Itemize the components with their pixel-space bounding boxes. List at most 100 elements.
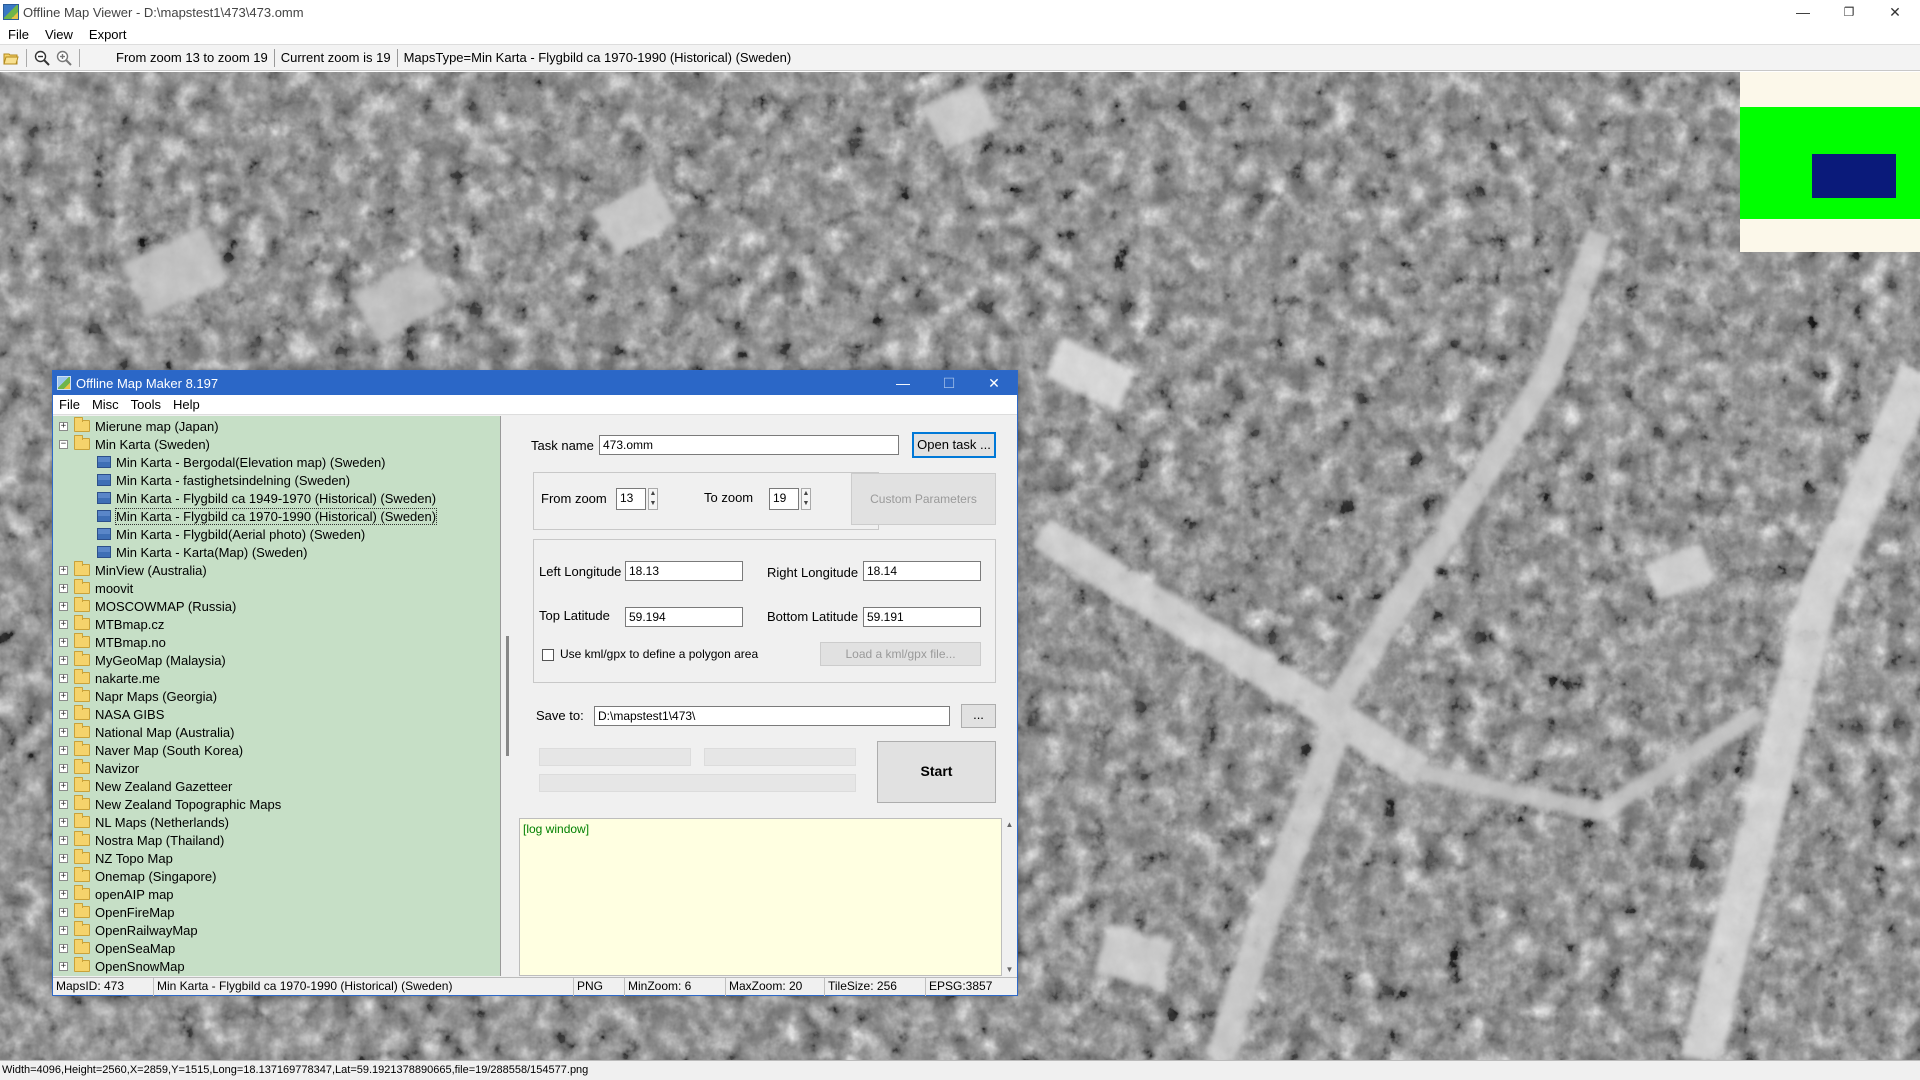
tree-folder-item[interactable]: − Min Karta (Sweden) [59,435,210,453]
to-zoom-spinner[interactable]: ▲ ▼ [801,488,811,510]
tree-folder-item[interactable]: + MinView (Australia) [59,561,207,579]
expand-icon[interactable]: + [59,691,68,701]
tree-map-item[interactable]: Min Karta - Karta(Map) (Sweden) [97,543,307,561]
tree-map-item[interactable]: Min Karta - Flygbild ca 1970-1990 (Histo… [97,507,438,525]
overview-viewport[interactable] [1812,154,1896,198]
expand-icon[interactable]: + [59,601,68,611]
expand-icon[interactable]: + [59,817,68,827]
expand-icon[interactable]: + [59,745,68,755]
expand-icon[interactable]: + [59,853,68,863]
tree-folder-item[interactable]: + National Map (Australia) [59,723,234,741]
tree-folder-item[interactable]: + New Zealand Topographic Maps [59,795,281,813]
tree-map-item[interactable]: Min Karta - Flygbild(Aerial photo) (Swed… [97,525,365,543]
log-window[interactable]: [log window] [519,818,1002,976]
tree-folder-item[interactable]: + OpenSnowMap [59,957,185,975]
overview-minimap[interactable] [1740,72,1920,252]
collapse-icon[interactable]: − [59,439,68,449]
expand-icon[interactable]: + [59,421,68,431]
tree-folder-item[interactable]: + New Zealand Gazetteer [59,777,232,795]
main-title-bar[interactable]: Offline Map Viewer - D:\mapstest1\473\47… [0,0,1920,24]
tree-folder-item[interactable]: + OpenSeaMap [59,939,175,957]
close-button[interactable]: ✕ [1872,0,1918,24]
log-scrollbar[interactable]: ▲ ▼ [1002,818,1017,976]
tree-folder-item[interactable]: + Nostra Map (Thailand) [59,831,224,849]
tree-folder-item[interactable]: + openAIP map [59,885,174,903]
bottom-latitude-input[interactable]: 59.191 [863,607,981,627]
tree-folder-item[interactable]: + OpenRailwayMap [59,921,198,939]
expand-icon[interactable]: + [59,565,68,575]
dialog-close-button[interactable]: ✕ [971,371,1017,395]
tree-folder-item[interactable]: + Naver Map (South Korea) [59,741,243,759]
tree-scrollbar-thumb[interactable] [506,636,509,756]
tree-folder-item[interactable]: + Mierune map (Japan) [59,417,219,435]
dialog-title-bar[interactable]: Offline Map Maker 8.197 — ☐ ✕ [53,371,1017,395]
scroll-up-icon[interactable]: ▲ [1002,820,1017,829]
tree-map-item[interactable]: Min Karta - Flygbild ca 1949-1970 (Histo… [97,489,436,507]
tree-folder-item[interactable]: + OpenFireMap [59,903,174,921]
tree-folder-item[interactable]: + NL Maps (Netherlands) [59,813,229,831]
expand-icon[interactable]: + [59,907,68,917]
map-source-tree[interactable]: + Mierune map (Japan) − Min Karta (Sweden) M… [53,416,501,976]
expand-icon[interactable]: + [59,961,68,971]
expand-icon[interactable]: + [59,943,68,953]
dialog-minimize-button[interactable]: — [880,371,926,395]
task-name-input[interactable]: 473.omm [599,435,899,455]
folder-open-icon[interactable] [0,48,22,68]
zoom-out-icon[interactable] [31,48,53,68]
expand-icon[interactable]: + [59,583,68,593]
expand-icon[interactable]: + [59,781,68,791]
tree-folder-item[interactable]: + moovit [59,579,133,597]
expand-icon[interactable]: + [59,889,68,899]
expand-icon[interactable]: + [59,799,68,809]
expand-icon[interactable]: + [59,835,68,845]
folder-icon [74,633,90,648]
scroll-down-icon[interactable]: ▼ [1002,965,1017,974]
start-button[interactable]: Start [877,741,996,803]
save-to-input[interactable]: D:\mapstest1\473\ [594,706,950,726]
tree-folder-item[interactable]: + Navizor [59,759,139,777]
tree-folder-item[interactable]: + MTBmap.cz [59,615,164,633]
expand-icon[interactable]: + [59,619,68,629]
browse-folder-button[interactable]: ... [961,704,996,728]
dialog-menu-misc[interactable]: Misc [86,397,125,412]
dialog-menu-help[interactable]: Help [167,397,206,412]
tree-folder-item[interactable]: + nakarte.me [59,669,160,687]
zoom-in-icon[interactable] [53,48,75,68]
dialog-menu-file[interactable]: File [53,397,86,412]
minimize-button[interactable]: — [1780,0,1826,24]
open-task-button[interactable]: Open task ... [912,432,996,458]
left-longitude-input[interactable]: 18.13 [625,561,743,581]
expand-icon[interactable]: + [59,709,68,719]
to-zoom-input[interactable]: 19 [769,488,799,510]
expand-icon[interactable]: + [59,637,68,647]
menu-export[interactable]: Export [81,27,135,42]
kml-polygon-checkbox[interactable] [542,649,554,661]
tree-scrollbar[interactable] [501,416,518,976]
top-latitude-input[interactable]: 59.194 [625,607,743,627]
from-zoom-input[interactable]: 13 [616,488,646,510]
tree-folder-item[interactable]: + Napr Maps (Georgia) [59,687,217,705]
tree-folder-item[interactable]: + Onemap (Singapore) [59,867,216,885]
from-zoom-spinner[interactable]: ▲ ▼ [648,488,658,510]
top-latitude-label: Top Latitude [539,608,610,623]
maximize-button[interactable]: ❐ [1826,0,1872,24]
tree-item-label: MOSCOWMAP (Russia) [95,598,237,614]
expand-icon[interactable]: + [59,871,68,881]
tree-folder-item[interactable]: + MOSCOWMAP (Russia) [59,597,236,615]
menu-file[interactable]: File [0,27,37,42]
expand-icon[interactable]: + [59,727,68,737]
tree-folder-item[interactable]: + MTBmap.no [59,633,166,651]
menu-view[interactable]: View [37,27,81,42]
tree-folder-item[interactable]: + NZ Topo Map [59,849,173,867]
expand-icon[interactable]: + [59,673,68,683]
tree-folder-item[interactable]: + MyGeoMap (Malaysia) [59,651,226,669]
expand-icon[interactable]: + [59,925,68,935]
tree-map-item[interactable]: Min Karta - fastighetsindelning (Sweden) [97,471,350,489]
dialog-menu-tools[interactable]: Tools [125,397,167,412]
tree-folder-item[interactable]: + NASA GIBS [59,705,164,723]
folder-icon [74,921,90,936]
expand-icon[interactable]: + [59,655,68,665]
right-longitude-input[interactable]: 18.14 [863,561,981,581]
tree-map-item[interactable]: Min Karta - Bergodal(Elevation map) (Swe… [97,453,386,471]
expand-icon[interactable]: + [59,763,68,773]
